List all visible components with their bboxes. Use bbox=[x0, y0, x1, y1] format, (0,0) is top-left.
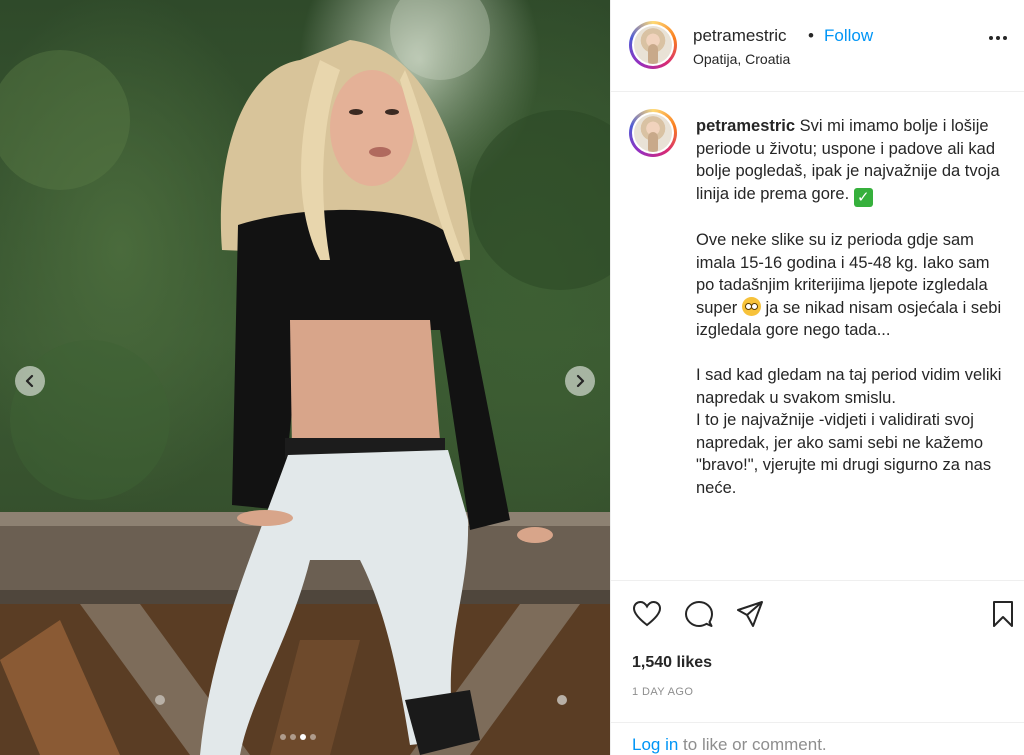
username-link[interactable]: petramestric bbox=[693, 26, 787, 46]
post-media[interactable] bbox=[0, 0, 610, 755]
login-link[interactable]: Log in bbox=[632, 735, 678, 754]
separator-dot: • bbox=[808, 26, 814, 45]
carousel-next-button[interactable] bbox=[565, 366, 595, 396]
post-side-panel: petramestric • Follow Opatija, Croatia p… bbox=[610, 0, 1024, 755]
caption-section: petramestric Svi mi imamo bolje i lošije… bbox=[611, 92, 1024, 580]
login-rest-text: to like or comment. bbox=[678, 735, 827, 754]
post-photo bbox=[0, 0, 610, 755]
share-button[interactable] bbox=[735, 600, 765, 633]
caption-username-link[interactable]: petramestric bbox=[696, 117, 795, 135]
flushed-face-emoji bbox=[741, 296, 761, 316]
carousel-dot bbox=[280, 734, 286, 740]
location-link[interactable]: Opatija, Croatia bbox=[693, 51, 790, 67]
heart-icon bbox=[632, 600, 662, 627]
caption-text: petramestric Svi mi imamo bolje i lošije… bbox=[696, 115, 1006, 499]
login-text: Log in to like or comment. bbox=[632, 735, 827, 755]
avatar[interactable] bbox=[629, 21, 677, 69]
carousel-prev-button[interactable] bbox=[15, 366, 45, 396]
bookmark-icon bbox=[993, 601, 1013, 627]
save-button[interactable] bbox=[991, 600, 1015, 633]
login-prompt: Log in to like or comment. bbox=[611, 722, 1024, 755]
check-mark-emoji: ✓ bbox=[853, 187, 873, 207]
more-options-icon[interactable] bbox=[989, 36, 1007, 40]
carousel-dot bbox=[290, 734, 296, 740]
likes-count[interactable]: 1,540 likes bbox=[632, 654, 712, 672]
carousel-dot bbox=[310, 734, 316, 740]
comment-button[interactable] bbox=[684, 600, 714, 633]
avatar-image bbox=[634, 114, 672, 152]
post-header: petramestric • Follow Opatija, Croatia bbox=[611, 0, 1024, 92]
comment-icon bbox=[685, 601, 713, 627]
chevron-left-icon bbox=[25, 374, 34, 388]
avatar-image bbox=[634, 26, 672, 64]
like-button[interactable] bbox=[632, 600, 662, 633]
caption-part-3: ja se nikad nisam osjećala i sebi izgled… bbox=[696, 298, 1002, 497]
carousel-dot-active bbox=[300, 734, 306, 740]
caption-avatar[interactable] bbox=[629, 109, 677, 157]
post-timestamp[interactable]: 1 DAY AGO bbox=[632, 686, 693, 698]
share-icon bbox=[737, 601, 763, 627]
chevron-right-icon bbox=[576, 374, 585, 388]
follow-button[interactable]: Follow bbox=[824, 26, 873, 46]
post-actions: 1,540 likes 1 DAY AGO bbox=[611, 580, 1024, 722]
carousel-indicator bbox=[280, 734, 316, 740]
